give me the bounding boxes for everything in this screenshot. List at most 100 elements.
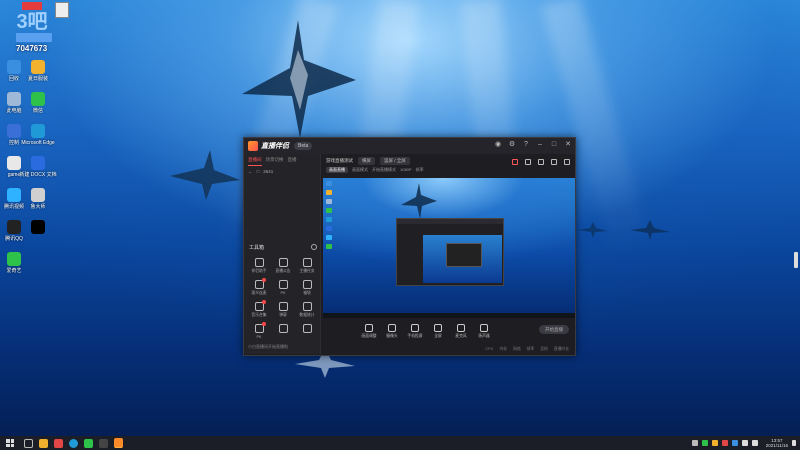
toolbox-item[interactable]: 音乐合集 [247, 300, 271, 318]
left-tab[interactable]: 直播间 [248, 157, 262, 166]
close-icon[interactable]: ✕ [564, 141, 572, 149]
preview-taskbar [323, 313, 575, 318]
tray-app-icon[interactable] [731, 440, 738, 446]
desktop-icon-label: 控制 [8, 140, 19, 146]
scene-item[interactable]: 游戏直播测试 [326, 158, 353, 164]
toolbox-item[interactable] [271, 322, 295, 339]
live-app-taskbar-icon[interactable] [114, 438, 123, 448]
control-panel-icon [7, 124, 21, 138]
scene-item[interactable]: 竖屏 / 全屏 [380, 157, 410, 165]
app-title-bar[interactable]: 直播伴侣 Beta ◉ ⚙ ? – □ ✕ [244, 138, 575, 154]
settings-icon[interactable]: ⚙ [508, 141, 516, 149]
left-subbar-item[interactable]: 2641 [263, 169, 273, 174]
left-subbar-item[interactable]: □ [257, 169, 260, 174]
edge-icon[interactable] [69, 438, 78, 448]
tool-icon [302, 280, 312, 289]
app-logo-icon [248, 141, 258, 151]
tray-wechat-icon[interactable] [701, 440, 708, 446]
record-icon[interactable] [512, 159, 518, 165]
control-button[interactable]: 麦克风 [453, 324, 469, 339]
desktop-icon[interactable] [26, 216, 50, 254]
app-red-icon[interactable] [54, 438, 63, 448]
tool-label: PK [256, 335, 262, 339]
toolbox-item[interactable]: 直播公告 [271, 256, 295, 274]
layout-icon[interactable] [525, 159, 531, 165]
mode-item[interactable]: 画面直播 [326, 167, 348, 173]
toolbox-item[interactable]: 福袋 [295, 278, 319, 296]
mode-item[interactable]: 1080P [400, 167, 412, 173]
tool-label: 主播任务 [299, 269, 315, 273]
mode-item[interactable]: 画面模式 [352, 167, 368, 173]
volume-icon[interactable] [751, 440, 758, 446]
left-panel-footer: 小白直播间开始直播啦 [248, 344, 288, 349]
toolbox-label: 工具箱 [249, 245, 265, 251]
toolbox-item[interactable]: 数据统计 [295, 300, 319, 318]
scene-item[interactable]: 横屏 [358, 157, 375, 165]
toolbox-item[interactable]: PK [247, 322, 271, 339]
tool-icon [278, 280, 288, 289]
toolbox-item[interactable] [295, 322, 319, 339]
tool-label: 福袋 [303, 291, 311, 295]
toolbox-more-icon[interactable] [311, 244, 317, 250]
network-icon[interactable] [741, 440, 748, 446]
tray-chevron-icon[interactable] [691, 440, 698, 446]
tool-icon [302, 258, 312, 267]
tool-label: 数据统计 [299, 313, 315, 317]
copy-icon[interactable] [538, 159, 544, 165]
left-subbar-item[interactable]: ← [248, 169, 253, 174]
notification-icon[interactable] [792, 440, 796, 446]
control-button[interactable]: 全屏 [430, 324, 446, 339]
help-icon[interactable]: ? [522, 141, 530, 149]
control-icon [388, 324, 396, 332]
control-button[interactable]: 摄像头 [384, 324, 400, 339]
tool-icon [278, 302, 288, 311]
left-tab[interactable]: 场景切换 [266, 157, 284, 166]
tray-app-icon[interactable] [711, 440, 718, 446]
tool-icon [254, 300, 266, 311]
mode-item[interactable]: 帧率 [416, 167, 424, 173]
bell-icon[interactable] [551, 159, 557, 165]
start-live-button[interactable]: 开始直播 [539, 325, 569, 334]
control-button[interactable]: 扬声器 [476, 324, 492, 339]
control-button[interactable]: 手机投屏 [407, 324, 423, 339]
mode-item[interactable]: 开始直播模式 [372, 167, 396, 173]
control-label: 手机投屏 [407, 334, 423, 338]
toolbox-item[interactable]: 观众连麦 [247, 278, 271, 296]
desktop-icon-label: 腾讯视频 [3, 204, 24, 210]
terminal-icon[interactable] [99, 438, 108, 448]
tool-label: 伴侣助手 [251, 269, 267, 273]
iqiyi-icon [7, 252, 21, 266]
user-avatar-icon[interactable]: ◉ [494, 141, 502, 149]
manta-ray-large [242, 20, 356, 138]
manta-ray-small [170, 150, 240, 200]
preview-manta-ray [401, 183, 437, 219]
tool-label: 观众连麦 [251, 291, 267, 295]
badge-logo-icon: 3吧 [16, 2, 48, 32]
taskbar: 13:57 2021/11/16 [0, 436, 800, 450]
title-bar-controls: ◉ ⚙ ? – □ ✕ [494, 141, 572, 149]
minimize-icon[interactable]: – [536, 141, 544, 149]
recycle-bin-icon [7, 60, 21, 74]
toolbox-item[interactable]: 主播任务 [295, 256, 319, 274]
left-tab[interactable]: 直播 [288, 157, 297, 166]
file-explorer-icon[interactable] [39, 438, 48, 448]
desktop-icon[interactable]: 爱奇艺 [2, 248, 26, 286]
tool-icon [302, 324, 312, 333]
search-icon[interactable] [24, 438, 33, 448]
share-icon[interactable] [564, 159, 570, 165]
toolbox-item[interactable]: 伴侣助手 [247, 256, 271, 274]
control-button[interactable]: 画面调整 [361, 324, 377, 339]
toolbox-item[interactable]: 弹幕 [271, 300, 295, 318]
wechat-icon[interactable] [84, 438, 93, 448]
start-button[interactable] [6, 439, 14, 447]
taskbar-clock[interactable]: 13:57 2021/11/16 [766, 438, 788, 448]
stream-preview[interactable] [323, 178, 575, 318]
desktop-icon-label: 鲁大师 [30, 204, 46, 210]
maximize-icon[interactable]: □ [550, 141, 558, 149]
desktop-badge[interactable]: 3吧 7047673 [2, 0, 72, 56]
side-panel-handle[interactable] [794, 252, 798, 268]
control-label: 全屏 [434, 334, 442, 338]
tray-app-icon[interactable] [721, 440, 728, 446]
app-version-chip[interactable]: Beta [294, 142, 313, 150]
toolbox-item[interactable]: PK [271, 278, 295, 296]
